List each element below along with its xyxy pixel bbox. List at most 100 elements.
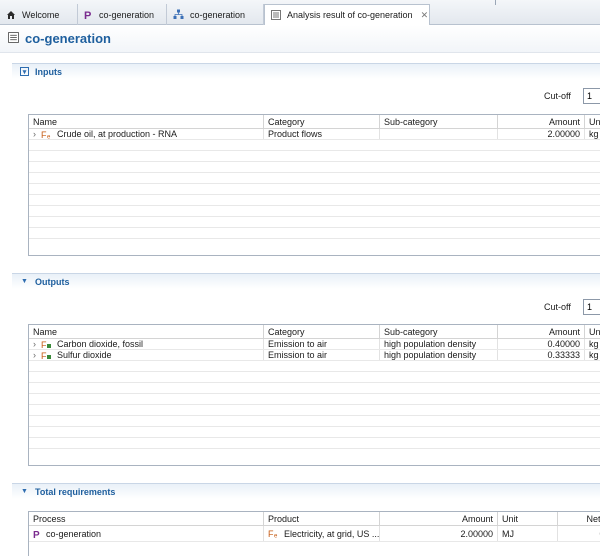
unit-cell: kg bbox=[584, 339, 600, 349]
analysis-icon bbox=[271, 10, 281, 20]
cutoff-label: Cut-off bbox=[544, 91, 571, 101]
section-title: Outputs bbox=[35, 276, 70, 287]
empty-row bbox=[29, 162, 600, 173]
collapse-toggle-icon[interactable]: ▾ bbox=[20, 67, 29, 76]
collapse-toggle-icon[interactable]: ▼ bbox=[20, 487, 29, 496]
expand-chevron-icon[interactable]: › bbox=[33, 129, 36, 139]
empty-row bbox=[29, 361, 600, 372]
cutoff-label: Cut-off bbox=[544, 302, 571, 312]
column-header-net-cost[interactable]: Net cos bbox=[557, 512, 600, 525]
amount-cell: 2.00000 bbox=[379, 526, 497, 541]
process-cell: P co-generation bbox=[29, 526, 263, 541]
svg-text:e: e bbox=[47, 134, 51, 139]
category-cell: Product flows bbox=[263, 129, 379, 139]
empty-row bbox=[29, 372, 600, 383]
name-cell: › F Carbon dioxide, fossil bbox=[29, 339, 263, 349]
table-header-row: Name Category Sub-category Amount Un bbox=[29, 115, 600, 129]
unit-cell: kg bbox=[584, 350, 600, 360]
column-header-amount[interactable]: Amount bbox=[497, 115, 584, 128]
empty-row bbox=[29, 140, 600, 151]
tab-label: co-generation bbox=[99, 9, 155, 20]
empty-row bbox=[29, 394, 600, 405]
inputs-cutoff-input[interactable] bbox=[583, 88, 600, 104]
amount-cell: 0.40000 bbox=[497, 339, 584, 349]
tab-analysis-result[interactable]: Analysis result of co-generation ✕ bbox=[264, 4, 430, 26]
flow-name: Carbon dioxide, fossil bbox=[57, 339, 144, 349]
product-flow-icon: Fe bbox=[41, 130, 53, 139]
empty-row bbox=[29, 217, 600, 228]
tab-bar-divider bbox=[495, 0, 496, 5]
tab-label: Welcome bbox=[22, 9, 60, 20]
section-inputs-header[interactable]: ▾ Inputs bbox=[12, 63, 600, 79]
tab-label: Analysis result of co-generation bbox=[287, 10, 413, 20]
column-header-amount[interactable]: Amount bbox=[497, 325, 584, 338]
amount-cell: 0.33333 bbox=[497, 350, 584, 360]
analysis-icon bbox=[8, 32, 19, 45]
product-flow-icon: Fe bbox=[268, 529, 280, 538]
column-header-category[interactable]: Category bbox=[263, 115, 379, 128]
name-cell: › Fe Crude oil, at production - RNA bbox=[29, 129, 263, 139]
process-p-icon: P bbox=[33, 529, 41, 539]
section-total-requirements-header[interactable]: ▼ Total requirements bbox=[12, 483, 600, 499]
empty-row bbox=[29, 184, 600, 195]
svg-text:e: e bbox=[274, 534, 278, 539]
column-header-name[interactable]: Name bbox=[29, 115, 263, 128]
inputs-table: Name Category Sub-category Amount Un › F… bbox=[28, 114, 600, 256]
expand-chevron-icon[interactable]: › bbox=[33, 339, 36, 349]
section-title: Inputs bbox=[35, 66, 62, 77]
section-title: Total requirements bbox=[35, 486, 116, 497]
column-header-name[interactable]: Name bbox=[29, 325, 263, 338]
home-icon bbox=[6, 10, 16, 20]
process-name: co-generation bbox=[46, 528, 102, 539]
empty-row bbox=[29, 383, 600, 394]
elementary-flow-icon: F bbox=[41, 340, 53, 349]
collapse-toggle-icon[interactable]: ▼ bbox=[20, 277, 29, 286]
tab-process-co-generation[interactable]: P co-generation bbox=[78, 4, 167, 25]
outputs-cutoff-input[interactable] bbox=[583, 299, 600, 315]
svg-text:P: P bbox=[84, 10, 91, 20]
total-requirements-table: Process Product Amount Unit Net cos P co… bbox=[28, 511, 600, 556]
tab-graph-co-generation[interactable]: co-generation bbox=[167, 4, 264, 25]
svg-text:P: P bbox=[33, 530, 40, 539]
table-row[interactable]: › F Sulfur dioxide Emission to air high … bbox=[29, 350, 600, 361]
product-cell: Fe Electricity, at grid, US ... bbox=[263, 526, 379, 541]
unit-cell: MJ bbox=[497, 526, 557, 541]
column-header-process[interactable]: Process bbox=[29, 512, 263, 525]
table-header-row: Name Category Sub-category Amount Un bbox=[29, 325, 600, 339]
column-header-unit[interactable]: Unit bbox=[497, 512, 557, 525]
column-header-product[interactable]: Product bbox=[263, 512, 379, 525]
empty-row bbox=[29, 151, 600, 162]
category-cell: Emission to air bbox=[263, 350, 379, 360]
model-graph-icon bbox=[173, 9, 184, 20]
table-row[interactable]: › F Carbon dioxide, fossil Emission to a… bbox=[29, 339, 600, 350]
unit-cell: kg bbox=[584, 129, 600, 139]
table-row[interactable]: › Fe Crude oil, at production - RNA Prod… bbox=[29, 129, 600, 140]
amount-cell: 2.00000 bbox=[497, 129, 584, 139]
flow-name: Crude oil, at production - RNA bbox=[57, 129, 178, 139]
section-outputs-header[interactable]: ▼ Outputs bbox=[12, 273, 600, 289]
empty-row bbox=[29, 228, 600, 239]
column-header-category[interactable]: Category bbox=[263, 325, 379, 338]
table-header-row: Process Product Amount Unit Net cos bbox=[29, 512, 600, 526]
outputs-table: Name Category Sub-category Amount Un › F… bbox=[28, 324, 600, 466]
category-cell: Emission to air bbox=[263, 339, 379, 349]
close-tab-icon[interactable]: ✕ bbox=[421, 10, 429, 21]
empty-row bbox=[29, 427, 600, 438]
svg-text:F: F bbox=[41, 351, 47, 360]
editor-header: co-generation bbox=[0, 25, 600, 53]
elementary-flow-icon: F bbox=[41, 351, 53, 360]
expand-chevron-icon[interactable]: › bbox=[33, 350, 36, 360]
subcategory-cell bbox=[379, 129, 497, 139]
table-row[interactable]: P co-generation Fe Electricity, at grid,… bbox=[29, 526, 600, 542]
column-header-unit[interactable]: Un bbox=[584, 115, 600, 128]
column-header-subcategory[interactable]: Sub-category bbox=[379, 325, 497, 338]
subcategory-cell: high population density bbox=[379, 350, 497, 360]
tab-welcome[interactable]: Welcome bbox=[0, 4, 78, 25]
column-header-unit[interactable]: Un bbox=[584, 325, 600, 338]
empty-row bbox=[29, 416, 600, 427]
column-header-subcategory[interactable]: Sub-category bbox=[379, 115, 497, 128]
editor-tab-bar: Welcome P co-generation co-generation An… bbox=[0, 0, 600, 26]
empty-row bbox=[29, 405, 600, 416]
empty-row bbox=[29, 195, 600, 206]
column-header-amount[interactable]: Amount bbox=[379, 512, 497, 525]
